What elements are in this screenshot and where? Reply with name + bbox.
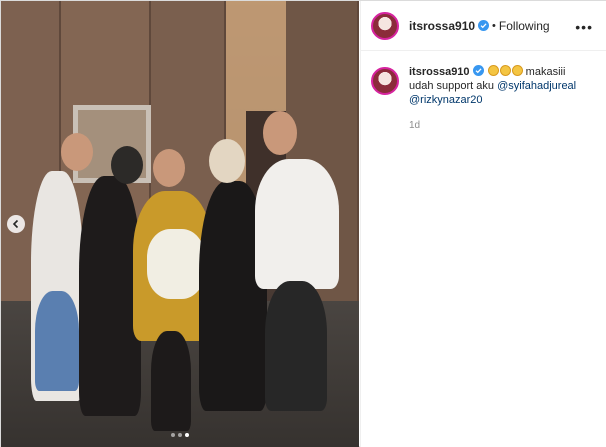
separator-dot: •	[492, 19, 496, 32]
caption: itsrossa910 makasiii udah support aku @s…	[361, 51, 606, 133]
mention-link[interactable]: @rizkynazar20	[409, 94, 483, 106]
chevron-left-icon	[12, 219, 19, 229]
post-photo[interactable]	[1, 1, 359, 447]
avatar[interactable]	[371, 67, 399, 95]
person-4-hijab	[209, 139, 245, 183]
more-options-button[interactable]: •••	[575, 19, 593, 35]
person-5-sweater	[255, 159, 339, 289]
person-5-pants	[265, 281, 327, 411]
instagram-post: itsrossa910 • Following ••• itsrossa910 …	[0, 0, 606, 447]
person-1-jeans	[35, 291, 79, 391]
person-2-hijab	[111, 146, 143, 184]
emoji-icon	[499, 65, 511, 76]
carousel-dots	[1, 433, 359, 437]
username[interactable]: itsrossa910	[409, 19, 475, 33]
verified-badge-icon	[478, 20, 490, 31]
emoji-icon	[511, 65, 523, 76]
carousel-dot	[178, 433, 182, 437]
verified-badge-icon	[472, 65, 484, 76]
carousel-dot-active	[185, 433, 189, 437]
flower-bouquet	[147, 229, 205, 299]
avatar[interactable]	[371, 11, 399, 40]
caption-body: itsrossa910 makasiii udah support aku @s…	[409, 65, 589, 133]
person-5-head	[263, 111, 297, 155]
emoji-icon	[487, 65, 499, 76]
carousel-prev-button[interactable]	[7, 215, 25, 233]
person-3-legs	[151, 331, 191, 431]
carousel-dot	[171, 433, 175, 437]
following-button[interactable]: Following	[499, 19, 550, 33]
post-side-panel: itsrossa910 • Following ••• itsrossa910 …	[360, 1, 606, 447]
post-timestamp[interactable]: 1d	[409, 119, 589, 133]
person-3-head	[153, 149, 185, 187]
post-header: itsrossa910 • Following •••	[361, 1, 606, 51]
person-1-head	[61, 133, 93, 171]
person-2	[79, 176, 141, 416]
caption-username[interactable]: itsrossa910	[409, 66, 470, 78]
mention-link[interactable]: @syifahadjureal	[497, 80, 576, 92]
